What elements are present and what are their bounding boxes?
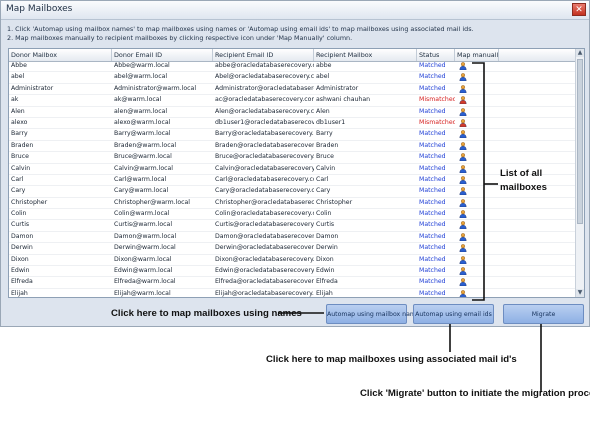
callout-map-by-names: Click here to map mailboxes using names — [111, 308, 302, 319]
callout-map-by-email: Click here to map mailboxes using associ… — [266, 354, 517, 365]
callout-migrate: Click 'Migrate' button to initiate the m… — [360, 388, 590, 399]
callout-list-of-mailboxes: List of all mailboxes — [500, 168, 547, 193]
list-bracket — [472, 62, 485, 301]
